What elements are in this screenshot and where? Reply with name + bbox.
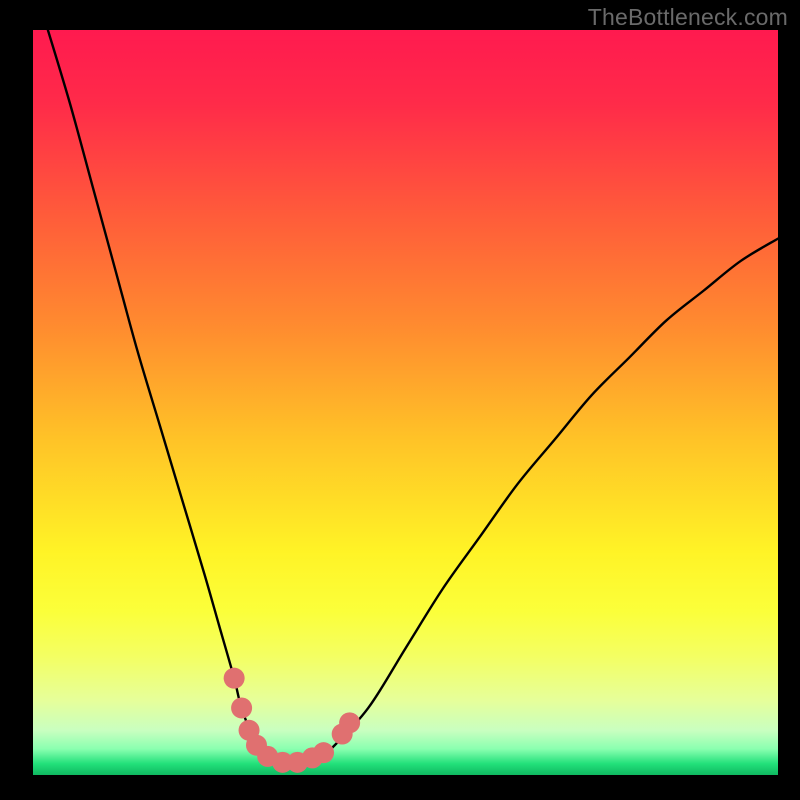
chart-svg xyxy=(33,30,778,775)
gradient-background xyxy=(33,30,778,775)
trough-marker xyxy=(339,712,360,733)
chart-frame: TheBottleneck.com xyxy=(0,0,800,800)
watermark-text: TheBottleneck.com xyxy=(588,4,788,31)
trough-marker xyxy=(224,668,245,689)
trough-marker xyxy=(313,742,334,763)
trough-marker xyxy=(231,697,252,718)
plot-area xyxy=(33,30,778,775)
